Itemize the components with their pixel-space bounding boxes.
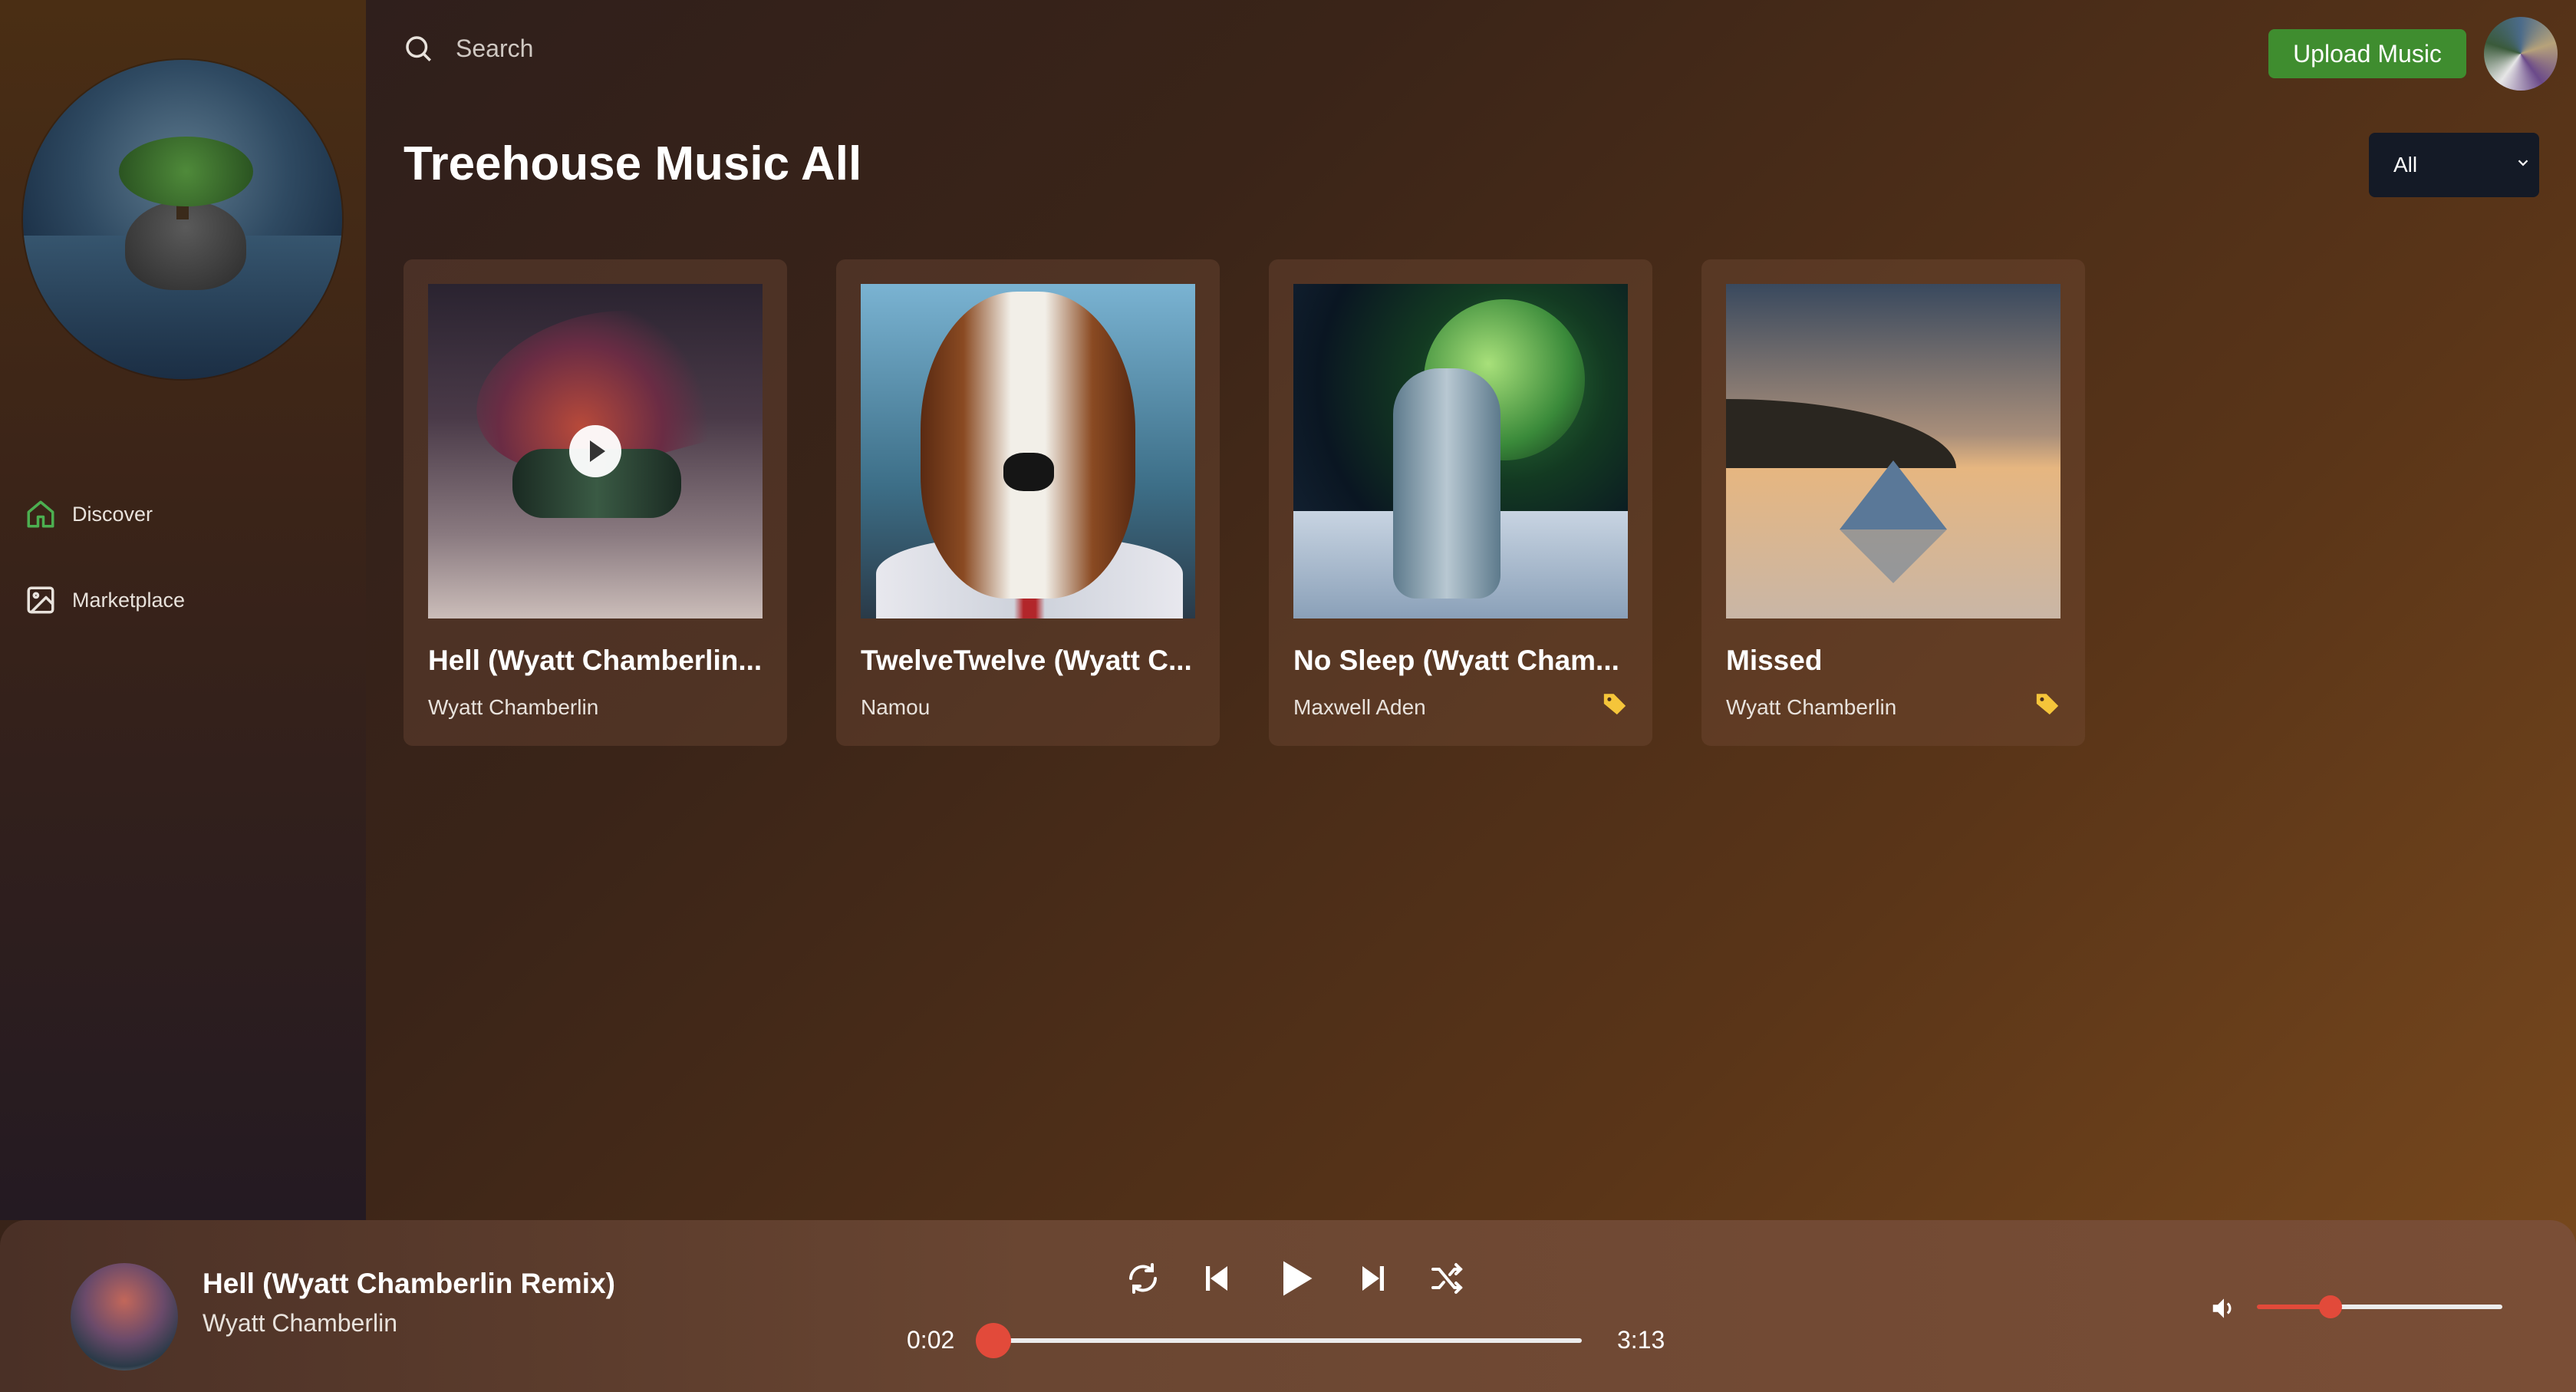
- chevron-down-icon: [2518, 160, 2528, 167]
- now-playing-title: Hell (Wyatt Chamberlin Remix): [203, 1268, 615, 1299]
- card-artist: Wyatt Chamberlin: [1726, 695, 1897, 719]
- music-card[interactable]: Hell (Wyatt Chamberlin... Wyatt Chamberl…: [404, 259, 787, 746]
- upload-music-button[interactable]: Upload Music: [2268, 29, 2466, 78]
- image-icon: [27, 586, 54, 614]
- total-time: 3:13: [1617, 1326, 1665, 1354]
- art-dog-nose: [1003, 453, 1054, 491]
- music-grid: Hell (Wyatt Chamberlin... Wyatt Chamberl…: [404, 259, 2085, 746]
- album-art: [1726, 284, 2060, 618]
- music-player: Hell (Wyatt Chamberlin Remix) Wyatt Cham…: [0, 1220, 2576, 1392]
- music-card[interactable]: No Sleep (Wyatt Cham... Maxwell Aden: [1269, 259, 1652, 746]
- sidebar-nav: Discover Marketplace: [25, 491, 185, 663]
- volume-icon[interactable]: [2209, 1294, 2238, 1323]
- art-dog-face: [921, 292, 1135, 599]
- price-tag-icon: [2036, 694, 2059, 715]
- shuffle-icon[interactable]: [1428, 1260, 1465, 1297]
- price-tag-icon: [1603, 694, 1626, 715]
- sidebar-item-marketplace[interactable]: Marketplace: [25, 577, 185, 623]
- sidebar-item-label: Discover: [72, 502, 153, 526]
- art-snake: [1393, 368, 1500, 599]
- card-artist: Wyatt Chamberlin: [428, 695, 599, 719]
- home-icon: [27, 500, 54, 528]
- playback-controls: [1125, 1255, 1465, 1301]
- card-artist: Namou: [861, 695, 931, 719]
- play-icon[interactable]: [569, 425, 621, 477]
- volume-slider[interactable]: [2257, 1295, 2502, 1318]
- treehouse-logo[interactable]: [23, 60, 342, 379]
- music-card[interactable]: Missed Wyatt Chamberlin: [1701, 259, 2085, 746]
- music-card[interactable]: TwelveTwelve (Wyatt C... Namou: [836, 259, 1220, 746]
- previous-icon[interactable]: [1198, 1260, 1235, 1297]
- page-title: Treehouse Music All: [404, 137, 862, 190]
- sidebar: Discover Marketplace: [0, 0, 366, 1220]
- progress-thumb[interactable]: [975, 1323, 1011, 1358]
- play-button-icon[interactable]: [1272, 1255, 1318, 1301]
- repeat-icon[interactable]: [1125, 1260, 1161, 1297]
- sidebar-item-label: Marketplace: [72, 588, 186, 612]
- search-input[interactable]: [456, 34, 1069, 63]
- next-icon[interactable]: [1355, 1260, 1392, 1297]
- logo-tree: [118, 136, 253, 207]
- card-artist: Maxwell Aden: [1293, 695, 1426, 719]
- sidebar-item-discover[interactable]: Discover: [25, 491, 185, 537]
- card-title: TwelveTwelve (Wyatt C...: [861, 645, 1192, 676]
- art-hill: [1726, 399, 1956, 468]
- progress-bar[interactable]: [975, 1323, 1582, 1358]
- now-playing-art[interactable]: [71, 1263, 178, 1371]
- avatar[interactable]: [2484, 17, 2558, 91]
- art-pyramid-reflection: [1840, 529, 1947, 583]
- album-art: [428, 284, 763, 618]
- card-title: Missed: [1726, 645, 1823, 676]
- now-playing-artist: Wyatt Chamberlin: [203, 1309, 398, 1337]
- filter-selected-value: All: [2393, 153, 2418, 176]
- search-icon: [406, 36, 431, 61]
- album-art: [861, 284, 1195, 618]
- filter-select[interactable]: All: [2369, 133, 2539, 197]
- volume-thumb[interactable]: [2319, 1295, 2342, 1318]
- art-pyramid: [1840, 460, 1947, 529]
- card-title: No Sleep (Wyatt Cham...: [1293, 645, 1619, 676]
- search-bar: [402, 32, 1069, 64]
- current-time: 0:02: [907, 1326, 955, 1354]
- album-art: [1293, 284, 1628, 618]
- card-title: Hell (Wyatt Chamberlin...: [428, 645, 763, 676]
